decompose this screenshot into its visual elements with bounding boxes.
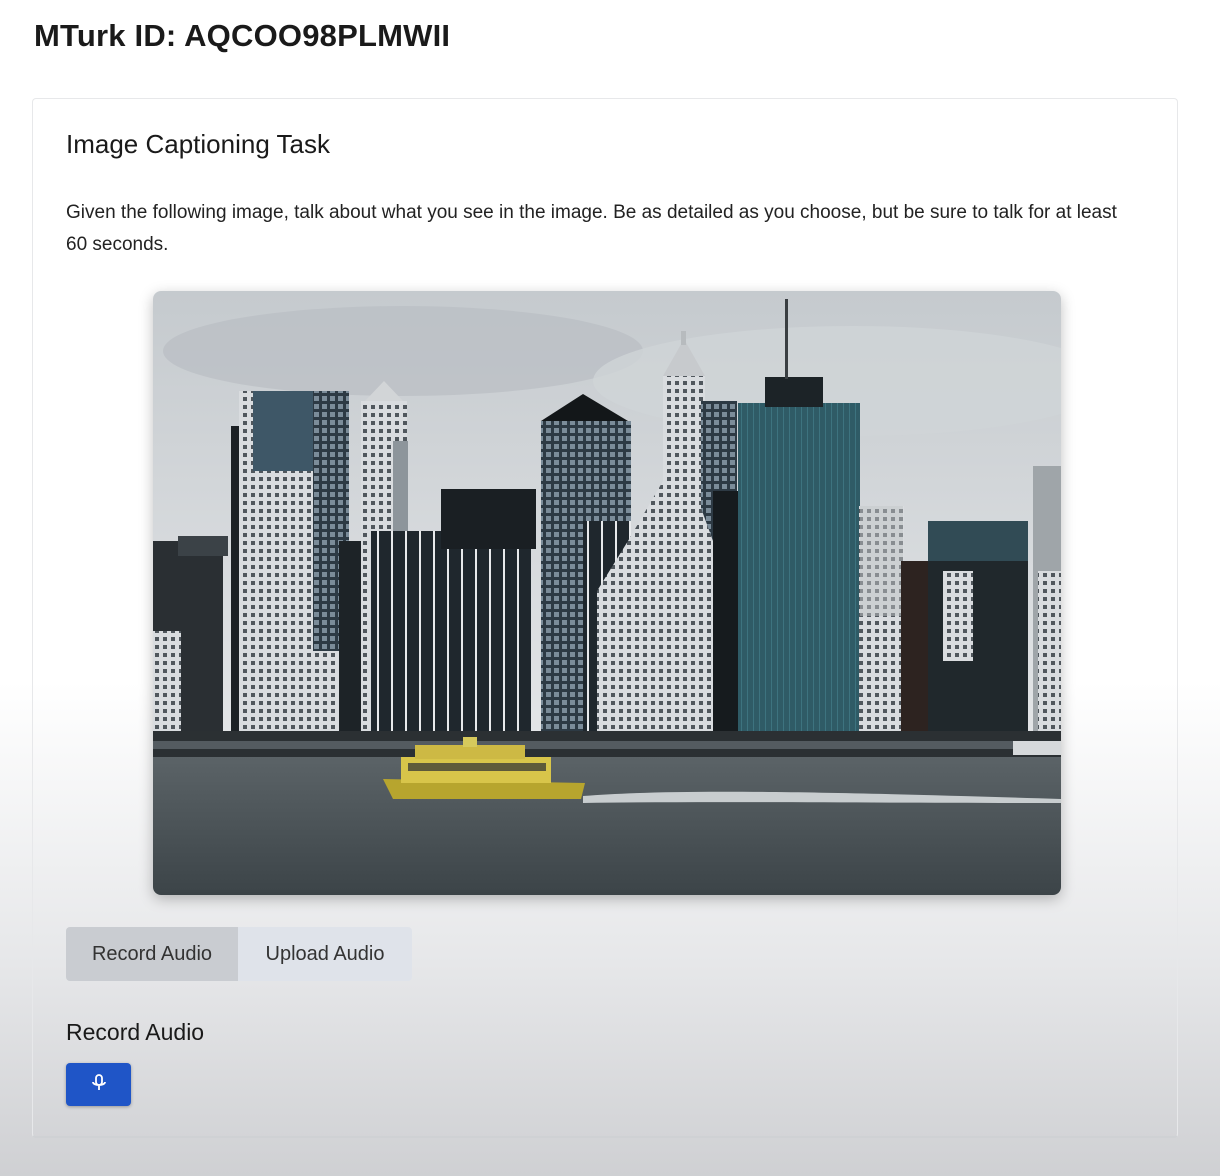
task-title: Image Captioning Task	[66, 129, 331, 159]
task-instructions: Given the following image, talk about wh…	[66, 202, 1117, 255]
task-card: Image Captioning Task Given the followin…	[32, 98, 1178, 1138]
record-audio-heading: Record Audio	[66, 1019, 205, 1045]
mturk-id-header: MTurk ID: AQCOO98PLMWII	[34, 18, 451, 53]
audio-mode-tabs: Record Audio Upload Audio	[66, 927, 412, 981]
record-button[interactable]	[66, 1063, 131, 1106]
tab-upload-audio[interactable]: Upload Audio	[238, 927, 412, 981]
tab-record-audio[interactable]: Record Audio	[66, 927, 238, 981]
microphone-icon	[90, 1073, 108, 1096]
task-image	[153, 291, 1061, 895]
